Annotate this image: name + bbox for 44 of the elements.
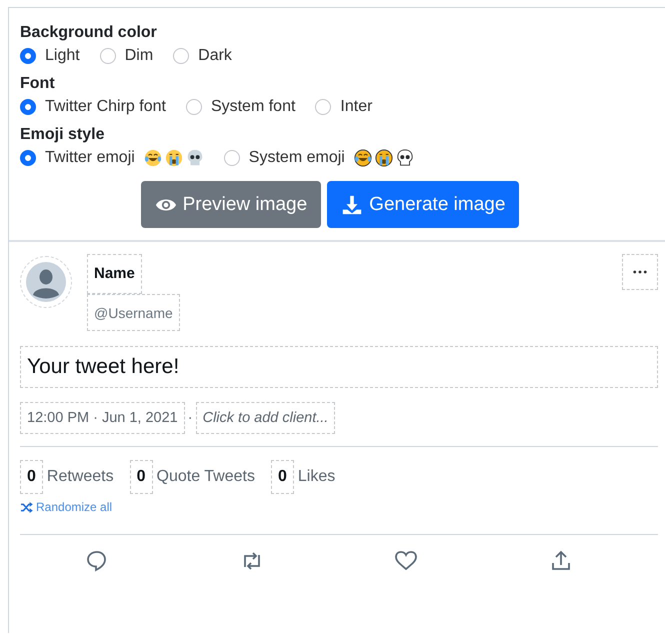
setting-title: Background color bbox=[20, 24, 158, 42]
download-icon bbox=[341, 194, 364, 216]
separator: · bbox=[186, 410, 194, 426]
count-field[interactable]: 0 bbox=[20, 460, 43, 494]
radio-option[interactable]: Twitter Chirp font bbox=[20, 98, 166, 116]
username-field[interactable]: @Username bbox=[87, 294, 180, 331]
laughing-face-icon bbox=[144, 149, 162, 167]
laughing-face-icon bbox=[354, 149, 372, 167]
radio-button[interactable] bbox=[20, 99, 36, 115]
stat-label: Likes bbox=[298, 468, 336, 486]
setting-title: Font bbox=[20, 75, 56, 93]
skull-icon bbox=[186, 149, 204, 167]
setting-title: Emoji style bbox=[20, 126, 106, 144]
client-field[interactable]: Click to add client... bbox=[196, 402, 336, 434]
radio-button[interactable] bbox=[173, 48, 190, 64]
radio-option[interactable]: Light bbox=[20, 47, 80, 65]
avatar[interactable] bbox=[20, 256, 72, 308]
skull-icon bbox=[396, 149, 414, 167]
radio-button[interactable] bbox=[186, 99, 202, 115]
name-field[interactable]: Name bbox=[87, 254, 142, 294]
radio-button[interactable] bbox=[315, 99, 332, 115]
radio-button[interactable] bbox=[224, 150, 240, 166]
radio-button[interactable] bbox=[20, 48, 36, 64]
count-field[interactable]: 0 bbox=[130, 460, 153, 494]
stat-label: Quote Tweets bbox=[156, 468, 255, 486]
heart-icon[interactable] bbox=[394, 548, 418, 572]
radio-option[interactable]: System emoji bbox=[224, 149, 414, 167]
shuffle-icon bbox=[20, 502, 33, 512]
crying-face-icon bbox=[374, 149, 393, 167]
crying-face-icon bbox=[164, 149, 183, 167]
radio-option[interactable]: Dark bbox=[173, 47, 232, 65]
radio-option[interactable]: Inter bbox=[315, 98, 372, 116]
radio-button[interactable] bbox=[100, 48, 116, 64]
count-field[interactable]: 0 bbox=[270, 460, 294, 494]
generate-button[interactable]: Generate image bbox=[327, 181, 520, 228]
more-icon bbox=[633, 270, 647, 274]
radio-option[interactable]: Dim bbox=[100, 47, 154, 65]
tweet-text-field[interactable]: Your tweet here! bbox=[20, 346, 658, 388]
timestamp-field[interactable]: 12:00 PM · Jun 1, 2021 bbox=[20, 402, 185, 434]
radio-option[interactable]: System font bbox=[186, 98, 296, 116]
radio-button[interactable] bbox=[20, 150, 36, 166]
radio-option[interactable]: Twitter emoji bbox=[20, 149, 204, 167]
preview-button[interactable]: Preview image bbox=[140, 181, 322, 228]
stat-label: Retweets bbox=[46, 468, 114, 486]
